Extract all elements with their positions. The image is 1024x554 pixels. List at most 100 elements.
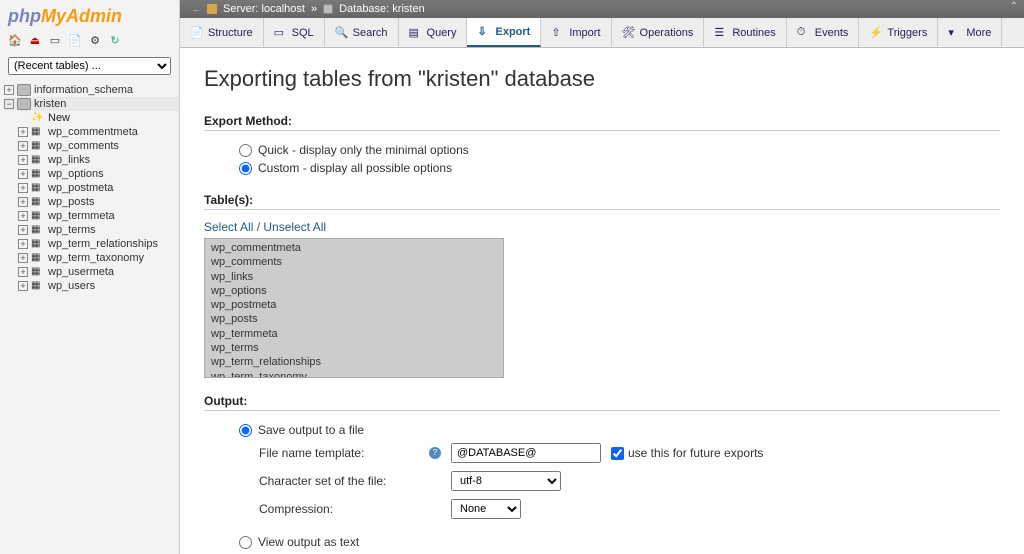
tree-table[interactable]: +▦wp_usermeta [18,265,179,279]
tab-sql[interactable]: ▭SQL [264,18,325,47]
tree-db[interactable]: − kristen [4,97,179,111]
collapse-icon[interactable]: − [4,99,14,109]
back-arrow-icon[interactable]: ← [192,4,201,14]
tab-more[interactable]: ▾More [938,18,1002,47]
page-title: Exporting tables from "kristen" database [204,66,1000,92]
future-exports-checkbox[interactable] [611,447,624,460]
sql-icon[interactable]: ▭ [48,33,62,47]
home-icon[interactable]: 🏠 [8,33,22,47]
new-icon: ✨ [31,112,45,124]
tree-table[interactable]: +▦wp_term_relationships [18,237,179,251]
tab-triggers[interactable]: ⚡Triggers [859,18,938,47]
breadcrumb-server[interactable]: localhost [262,3,305,15]
breadcrumb: ← Server: localhost » Database: kristen … [180,0,1024,18]
charset-select[interactable]: utf-8 [451,471,561,491]
tab-search[interactable]: 🔍Search [325,18,399,47]
expand-icon[interactable]: + [18,127,28,137]
tree-table[interactable]: +▦wp_postmeta [18,181,179,195]
tree-table[interactable]: +▦wp_users [18,279,179,293]
tab-routines[interactable]: ☰Routines [704,18,786,47]
more-icon: ▾ [948,26,961,39]
tab-events[interactable]: ⏱Events [787,18,860,47]
tree-table[interactable]: +▦wp_commentmeta [18,125,179,139]
tree-table[interactable]: +▦wp_termmeta [18,209,179,223]
table-option[interactable]: wp_options [211,284,497,298]
database-icon [17,98,31,110]
table-icon: ▦ [31,126,45,138]
table-option[interactable]: wp_term_taxonomy [211,370,497,378]
expand-icon[interactable]: + [18,211,28,221]
expand-icon[interactable]: + [18,281,28,291]
operations-icon: 🛠 [622,26,635,39]
table-icon: ▦ [31,224,45,236]
expand-icon[interactable]: + [4,85,14,95]
tab-query[interactable]: ▤Query [399,18,468,47]
tree-table[interactable]: +▦wp_posts [18,195,179,209]
save-file-radio[interactable] [239,424,252,437]
collapse-panel-icon[interactable]: ⌃ [1010,1,1018,12]
table-icon: ▦ [31,168,45,180]
server-icon [207,4,217,14]
expand-icon[interactable]: + [18,253,28,263]
content: Exporting tables from "kristen" database… [180,48,1024,554]
breadcrumb-db[interactable]: kristen [392,3,424,15]
tables-listbox[interactable]: wp_commentmetawp_commentswp_linkswp_opti… [204,238,504,378]
tab-import[interactable]: ⇧Import [541,18,611,47]
expand-icon[interactable]: + [18,141,28,151]
tables-heading: Table(s): [204,193,1000,210]
logo-admin: Admin [66,6,122,26]
logo-php: php [8,6,41,26]
expand-icon[interactable]: + [18,239,28,249]
table-icon: ▦ [31,238,45,250]
triggers-icon: ⚡ [869,26,882,39]
output-section: Output: Save output to a file File name … [204,394,1000,551]
doc-icon[interactable]: 📄 [68,33,82,47]
info-icon[interactable]: ? [429,447,441,459]
table-icon: ▦ [31,140,45,152]
tabs: 📄Structure▭SQL🔍Search▤Query⇩Export⇧Impor… [180,18,1024,48]
reload-icon[interactable]: ↻ [108,33,122,47]
export-method-quick-radio[interactable] [239,144,252,157]
table-option[interactable]: wp_commentmeta [211,241,497,255]
import-icon: ⇧ [551,26,564,39]
exit-icon[interactable]: ⏏ [28,33,42,47]
tab-structure[interactable]: 📄Structure [180,18,264,47]
table-option[interactable]: wp_termmeta [211,327,497,341]
filename-template-input[interactable] [451,443,601,463]
tree-new[interactable]: ✨ New [18,111,179,125]
expand-icon[interactable]: + [18,155,28,165]
view-text-radio[interactable] [239,536,252,549]
select-all-link[interactable]: Select All [204,220,253,234]
tree-table[interactable]: +▦wp_terms [18,223,179,237]
tab-operations[interactable]: 🛠Operations [612,18,705,47]
table-option[interactable]: wp_postmeta [211,298,497,312]
routines-icon: ☰ [714,26,727,39]
tree-db[interactable]: + information_schema [4,83,179,97]
table-option[interactable]: wp_links [211,270,497,284]
tree-table[interactable]: +▦wp_options [18,167,179,181]
settings-icon[interactable]: ⚙ [88,33,102,47]
logo-my: My [41,6,66,26]
compression-select[interactable]: None [451,499,521,519]
tree-table[interactable]: +▦wp_comments [18,139,179,153]
tree-table[interactable]: +▦wp_links [18,153,179,167]
expand-icon[interactable]: + [18,197,28,207]
table-icon: ▦ [31,154,45,166]
export-method-custom-radio[interactable] [239,162,252,175]
database-icon [17,84,31,96]
expand-icon[interactable]: + [18,169,28,179]
output-heading: Output: [204,394,1000,411]
expand-icon[interactable]: + [18,225,28,235]
table-option[interactable]: wp_posts [211,312,497,326]
recent-tables-select[interactable]: (Recent tables) ... [8,57,171,75]
expand-icon[interactable]: + [18,183,28,193]
table-option[interactable]: wp_term_relationships [211,355,497,369]
unselect-all-link[interactable]: Unselect All [263,220,326,234]
table-option[interactable]: wp_comments [211,255,497,269]
expand-icon[interactable]: + [18,267,28,277]
table-option[interactable]: wp_terms [211,341,497,355]
query-icon: ▤ [409,26,422,39]
sidebar: phpMyAdmin 🏠 ⏏ ▭ 📄 ⚙ ↻ (Recent tables) .… [0,0,180,554]
tab-export[interactable]: ⇩Export [467,18,541,47]
tree-table[interactable]: +▦wp_term_taxonomy [18,251,179,265]
